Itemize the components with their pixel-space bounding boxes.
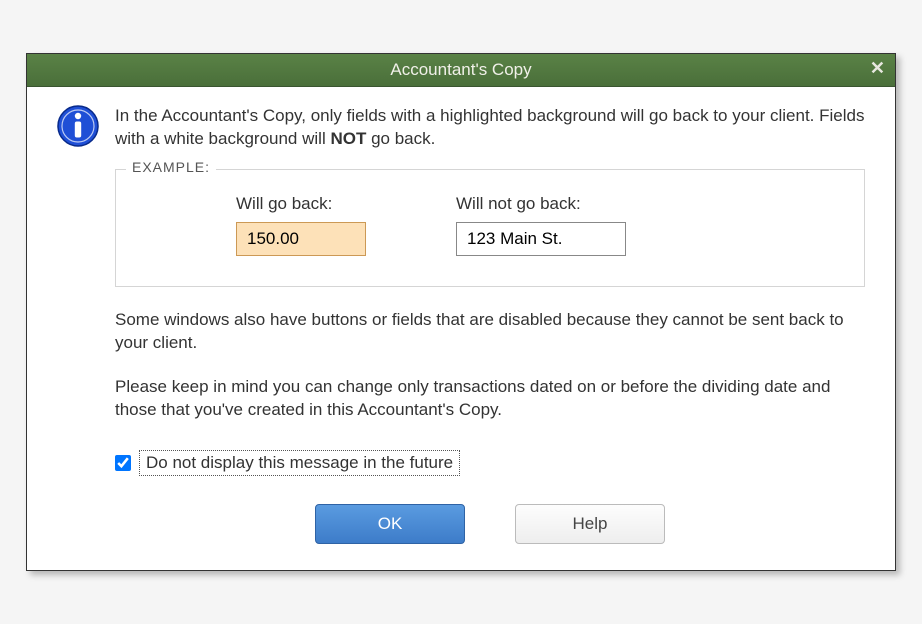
example-frame: EXAMPLE: Will go back: 150.00 Will not g…: [115, 169, 865, 287]
help-button[interactable]: Help: [515, 504, 665, 544]
intro-bold: NOT: [330, 129, 366, 148]
paragraph-dividing-date: Please keep in mind you can change only …: [115, 376, 865, 422]
titlebar: Accountant's Copy ✕: [27, 54, 895, 87]
intro-text: In the Accountant's Copy, only fields wi…: [115, 105, 865, 151]
info-icon: [57, 105, 99, 147]
will-go-back-label: Will go back:: [236, 194, 366, 214]
example-legend: EXAMPLE:: [126, 159, 216, 175]
will-not-go-back-label: Will not go back:: [456, 194, 626, 214]
do-not-display-label[interactable]: Do not display this message in the futur…: [139, 450, 460, 476]
dialog-title: Accountant's Copy: [390, 60, 531, 79]
will-go-back-field: 150.00: [236, 222, 366, 256]
ok-button[interactable]: OK: [315, 504, 465, 544]
close-icon[interactable]: ✕: [870, 58, 885, 79]
dialog-content: In the Accountant's Copy, only fields wi…: [27, 87, 895, 571]
intro-part2: go back.: [366, 129, 435, 148]
accountants-copy-dialog: Accountant's Copy ✕ In the Accountant's …: [26, 53, 896, 572]
will-not-go-back-field: 123 Main St.: [456, 222, 626, 256]
paragraph-disabled-info: Some windows also have buttons or fields…: [115, 309, 865, 355]
do-not-display-checkbox[interactable]: [115, 455, 131, 471]
intro-part1: In the Accountant's Copy, only fields wi…: [115, 106, 864, 148]
